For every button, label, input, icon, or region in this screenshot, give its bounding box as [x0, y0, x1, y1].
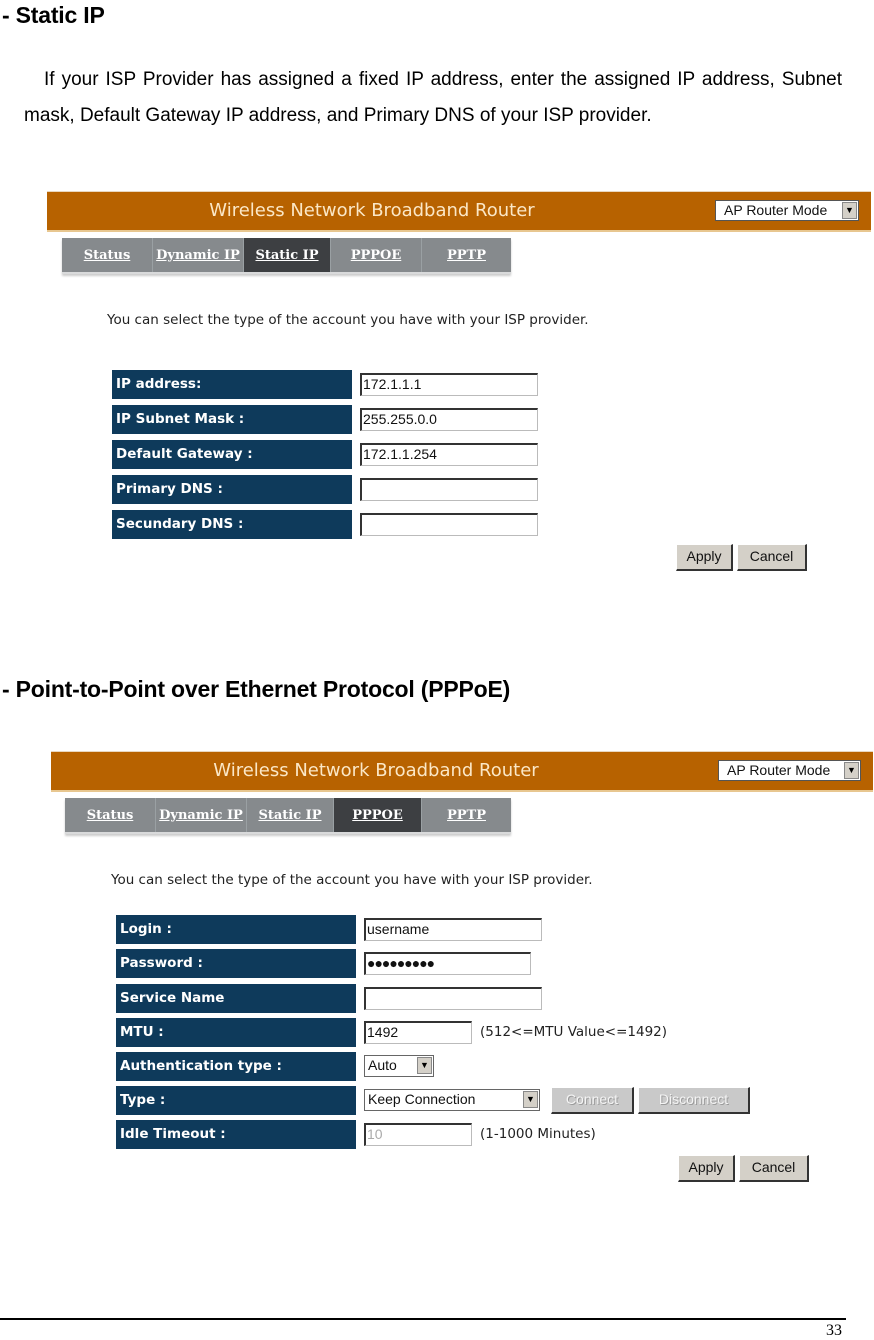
connection-type-value: Keep Connection [368, 1091, 476, 1107]
tab-dynamic-ip[interactable]: Dynamic IP [153, 238, 244, 272]
section-heading-static-ip: - Static IP [2, 2, 105, 28]
primary-dns-label: Primary DNS : [112, 475, 352, 504]
router-header-banner: Wireless Network Broadband Router AP Rou… [47, 191, 871, 232]
secondary-dns-input[interactable] [360, 513, 538, 536]
disconnect-button[interactable]: Disconnect [638, 1087, 750, 1114]
tab-status[interactable]: Status [65, 798, 156, 832]
idle-timeout-input[interactable]: 10 [364, 1123, 472, 1146]
tab-pppoe[interactable]: PPPOE [334, 798, 422, 832]
section-heading-pppoe: - Point-to-Point over Ethernet Protocol … [2, 676, 511, 702]
wan-tabs: Status Dynamic IP Static IP PPPOE PPTP [65, 798, 511, 834]
mode-select-value: AP Router Mode [727, 762, 831, 778]
dropdown-arrow-icon: ▼ [844, 762, 859, 779]
cancel-button[interactable]: Cancel [739, 1155, 809, 1182]
footer-divider [0, 1318, 846, 1320]
connection-type-select[interactable]: Keep Connection ▼ [364, 1089, 540, 1111]
dropdown-arrow-icon: ▼ [842, 202, 857, 219]
auth-type-label: Authentication type : [116, 1052, 356, 1081]
login-label: Login : [116, 915, 356, 944]
login-input[interactable]: username [364, 918, 542, 941]
ip-address-input[interactable]: 172.1.1.1 [360, 373, 538, 396]
password-label: Password : [116, 949, 356, 978]
connect-button[interactable]: Connect [551, 1087, 634, 1114]
ip-address-label: IP address: [112, 370, 352, 399]
secondary-dns-label: Secundary DNS : [112, 510, 352, 539]
mtu-input[interactable]: 1492 [364, 1021, 472, 1044]
tab-pppoe[interactable]: PPPOE [331, 238, 422, 272]
tab-static-ip[interactable]: Static IP [244, 238, 331, 272]
page-number: 33 [826, 1322, 842, 1339]
static-ip-description: If your ISP Provider has assigned a fixe… [24, 62, 842, 134]
password-input[interactable]: ●●●●●●●●● [364, 952, 531, 975]
tab-dynamic-ip[interactable]: Dynamic IP [156, 798, 247, 832]
primary-dns-input[interactable] [360, 478, 538, 501]
apply-button[interactable]: Apply [676, 544, 733, 571]
intro-text: You can select the type of the account y… [111, 872, 593, 888]
tab-pptp[interactable]: PPTP [422, 798, 511, 832]
dropdown-arrow-icon: ▼ [523, 1091, 538, 1108]
cancel-button[interactable]: Cancel [737, 544, 807, 571]
router-title: Wireless Network Broadband Router [209, 200, 535, 221]
default-gateway-label: Default Gateway : [112, 440, 352, 469]
auth-type-value: Auto [368, 1057, 397, 1073]
subnet-mask-input[interactable]: 255.255.0.0 [360, 408, 538, 431]
idle-timeout-hint: (1-1000 Minutes) [480, 1126, 596, 1142]
pppoe-screenshot: Wireless Network Broadband Router AP Rou… [51, 751, 874, 1201]
router-header-banner: Wireless Network Broadband Router AP Rou… [51, 751, 873, 792]
wan-tabs: Status Dynamic IP Static IP PPPOE PPTP [62, 238, 511, 274]
static-ip-description-text: If your ISP Provider has assigned a fixe… [24, 69, 842, 126]
auth-type-select[interactable]: Auto ▼ [364, 1055, 434, 1077]
service-name-input[interactable] [364, 987, 542, 1010]
tab-static-ip[interactable]: Static IP [247, 798, 334, 832]
tab-status[interactable]: Status [62, 238, 153, 272]
mtu-label: MTU : [116, 1018, 356, 1047]
tab-pptp[interactable]: PPTP [422, 238, 511, 272]
apply-button[interactable]: Apply [678, 1155, 735, 1182]
subnet-mask-label: IP Subnet Mask : [112, 405, 352, 434]
mtu-hint: (512<=MTU Value<=1492) [480, 1024, 668, 1040]
mode-select[interactable]: AP Router Mode ▼ [715, 200, 859, 221]
default-gateway-input[interactable]: 172.1.1.254 [360, 443, 538, 466]
intro-text: You can select the type of the account y… [107, 312, 589, 328]
idle-timeout-label: Idle Timeout : [116, 1120, 356, 1149]
static-ip-screenshot: Wireless Network Broadband Router AP Rou… [47, 191, 873, 591]
service-name-label: Service Name [116, 984, 356, 1013]
mode-select-value: AP Router Mode [724, 202, 828, 218]
router-title: Wireless Network Broadband Router [213, 760, 539, 781]
mode-select[interactable]: AP Router Mode ▼ [718, 760, 861, 781]
dropdown-arrow-icon: ▼ [417, 1057, 432, 1074]
type-label: Type : [116, 1086, 356, 1115]
